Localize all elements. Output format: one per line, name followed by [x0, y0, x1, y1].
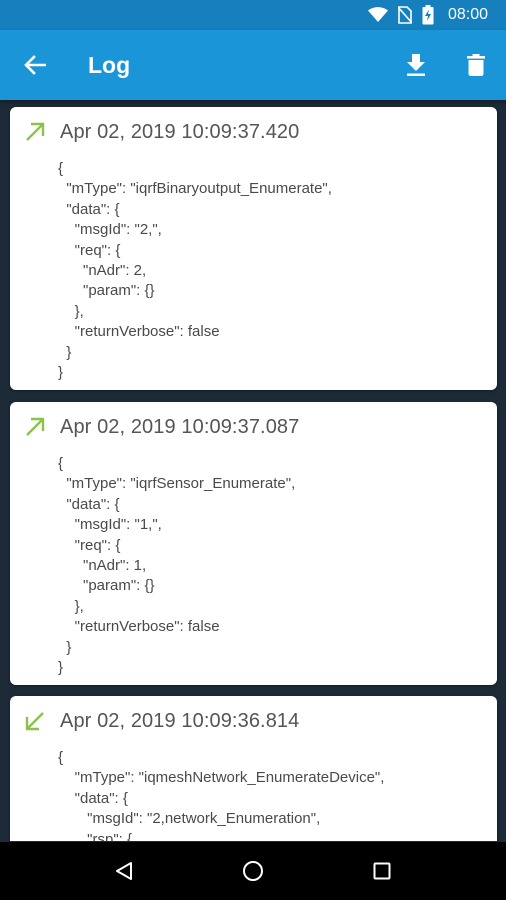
nav-home-button[interactable]	[223, 842, 283, 900]
log-message-body: { "mType": "iqmeshNetwork_EnumerateDevic…	[58, 749, 385, 841]
wifi-icon	[367, 7, 388, 22]
log-entry[interactable]: Apr 02, 2019 10:09:37.087 { "mType": "iq…	[10, 402, 497, 685]
log-entry-header: Apr 02, 2019 10:09:37.420	[10, 107, 497, 159]
nav-back-button[interactable]	[94, 842, 154, 900]
log-entry[interactable]: Apr 02, 2019 10:09:37.420 { "mType": "iq…	[10, 107, 497, 390]
download-button[interactable]	[386, 30, 446, 100]
navigation-bar	[0, 842, 506, 900]
battery-charging-icon	[422, 5, 434, 25]
home-circle-icon	[242, 861, 263, 881]
arrow-up-right-icon	[26, 122, 45, 141]
status-bar: 08:00	[0, 0, 506, 30]
back-button[interactable]	[0, 30, 70, 100]
no-sim-icon	[397, 6, 412, 24]
log-entry[interactable]: Apr 02, 2019 10:09:36.814 { "mType": "iq…	[10, 696, 497, 841]
log-entry-header: Apr 02, 2019 10:09:36.814	[10, 696, 497, 748]
log-message-body: { "mType": "iqrfSensor_Enumerate", "data…	[58, 455, 296, 677]
app-bar: Log	[0, 30, 506, 100]
log-list[interactable]: Apr 02, 2019 10:09:37.420 { "mType": "iq…	[0, 100, 506, 841]
back-triangle-icon	[116, 862, 133, 880]
page-title: Log	[88, 51, 131, 78]
clock: 08:00	[447, 6, 488, 23]
delete-icon	[467, 54, 485, 76]
recents-square-icon	[373, 862, 391, 880]
log-timestamp: Apr 02, 2019 10:09:37.420	[60, 121, 300, 143]
arrow-up-right-icon	[26, 417, 45, 436]
download-icon	[407, 54, 425, 76]
log-message-body: { "mType": "iqrfBinaryoutput_Enumerate",…	[58, 160, 332, 382]
delete-button[interactable]	[446, 30, 506, 100]
log-entry-header: Apr 02, 2019 10:09:37.087	[10, 402, 497, 454]
log-timestamp: Apr 02, 2019 10:09:36.814	[60, 710, 300, 732]
arrow-down-left-icon	[25, 712, 44, 731]
log-timestamp: Apr 02, 2019 10:09:37.087	[60, 416, 300, 438]
nav-recents-button[interactable]	[352, 842, 412, 900]
arrow-back-icon	[24, 55, 46, 75]
